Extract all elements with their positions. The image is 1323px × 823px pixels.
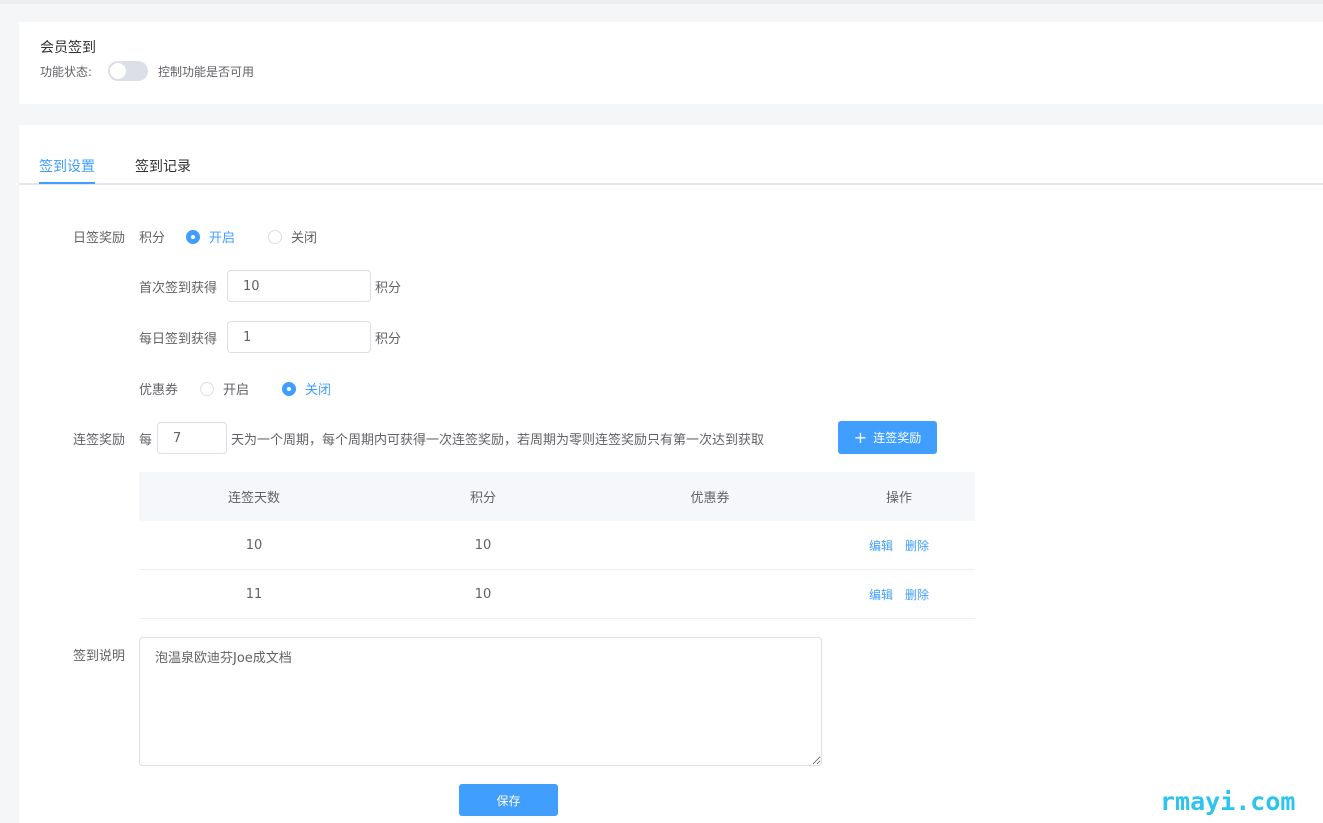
active-tab-indicator	[39, 182, 95, 184]
coupon-off-radio[interactable]: 关闭	[282, 379, 331, 398]
edit-link[interactable]: 编辑	[869, 537, 893, 554]
cell-streak-days: 11	[245, 586, 263, 602]
radio-dot	[268, 229, 282, 244]
cell-points: 10	[474, 586, 492, 602]
delete-link[interactable]: 删除	[905, 586, 929, 603]
tab-bar: 签到设置 签到记录	[19, 125, 1323, 185]
points-on-radio[interactable]: 开启	[186, 227, 235, 246]
status-label: 功能状态:	[40, 65, 93, 79]
everyday-checkin-label: 每日签到获得	[139, 332, 218, 347]
header-streak-days: 连签天数	[227, 491, 280, 506]
streak-cycle-days-input[interactable]	[157, 422, 227, 454]
radio-label: 开启	[223, 383, 250, 398]
top-strip	[0, 0, 1323, 4]
tab-checkin-settings[interactable]: 签到设置	[39, 156, 95, 176]
checkin-description-textarea[interactable]: 泡温泉欧迪芬Joe成文档	[139, 637, 822, 766]
first-checkin-unit: 积分	[375, 281, 402, 296]
cell-coupon	[597, 570, 823, 618]
feature-status-card: 会员签到 功能状态: 控制功能是否可用	[19, 22, 1323, 104]
toggle-knob	[110, 63, 126, 79]
streak-prefix: 每	[139, 433, 153, 448]
everyday-checkin-points-input[interactable]	[227, 321, 371, 353]
table-row: 10 10 编辑 删除	[139, 521, 975, 570]
radio-label: 关闭	[291, 231, 318, 246]
cell-actions: 编辑 删除	[823, 521, 975, 569]
feature-toggle[interactable]	[108, 61, 148, 81]
radio-label: 关闭	[305, 383, 332, 398]
plus-icon: +	[853, 427, 868, 447]
everyday-checkin-unit: 积分	[375, 332, 402, 347]
settings-card: 签到设置 签到记录 日签奖励 积分 开启 关闭 首次签到获得 积分 每日签到获得…	[19, 125, 1323, 823]
radio-dot	[200, 381, 214, 396]
table-header: 连签天数 积分 优惠券 操作	[139, 472, 975, 521]
save-button[interactable]: 保存	[459, 784, 558, 816]
coupon-label: 优惠券	[139, 383, 179, 398]
cell-coupon	[597, 521, 823, 569]
streak-description: 天为一个周期，每个周期内可获得一次连签奖励，若周期为零则连签奖励只有第一次达到获…	[231, 433, 765, 448]
add-streak-reward-button[interactable]: + 连签奖励	[838, 421, 937, 454]
header-actions: 操作	[885, 491, 912, 506]
streak-reward-table: 连签天数 积分 优惠券 操作 10 10 编辑 删除 11 10 编辑 删除	[139, 472, 975, 619]
first-checkin-label: 首次签到获得	[139, 281, 218, 296]
points-off-radio[interactable]: 关闭	[268, 227, 317, 246]
edit-link[interactable]: 编辑	[869, 586, 893, 603]
watermark: rmayi.com	[1160, 787, 1296, 816]
cell-points: 10	[474, 537, 492, 553]
daily-reward-label: 日签奖励	[73, 231, 126, 246]
page-title: 会员签到	[40, 40, 96, 56]
radio-dot	[282, 381, 296, 396]
cell-actions: 编辑 删除	[823, 570, 975, 618]
radio-label: 开启	[209, 231, 236, 246]
table-row: 11 10 编辑 删除	[139, 570, 975, 619]
tab-checkin-records[interactable]: 签到记录	[135, 156, 191, 176]
streak-reward-label: 连签奖励	[73, 433, 126, 448]
checkin-description-label: 签到说明	[73, 649, 126, 664]
cell-streak-days: 10	[245, 537, 263, 553]
header-coupon: 优惠券	[690, 491, 730, 506]
toggle-description: 控制功能是否可用	[158, 65, 255, 79]
header-points: 积分	[469, 491, 496, 506]
add-streak-reward-label: 连签奖励	[873, 431, 922, 445]
coupon-on-radio[interactable]: 开启	[200, 379, 249, 398]
first-checkin-points-input[interactable]	[227, 270, 371, 302]
delete-link[interactable]: 删除	[905, 537, 929, 554]
points-label: 积分	[139, 231, 166, 246]
radio-dot	[186, 229, 200, 244]
